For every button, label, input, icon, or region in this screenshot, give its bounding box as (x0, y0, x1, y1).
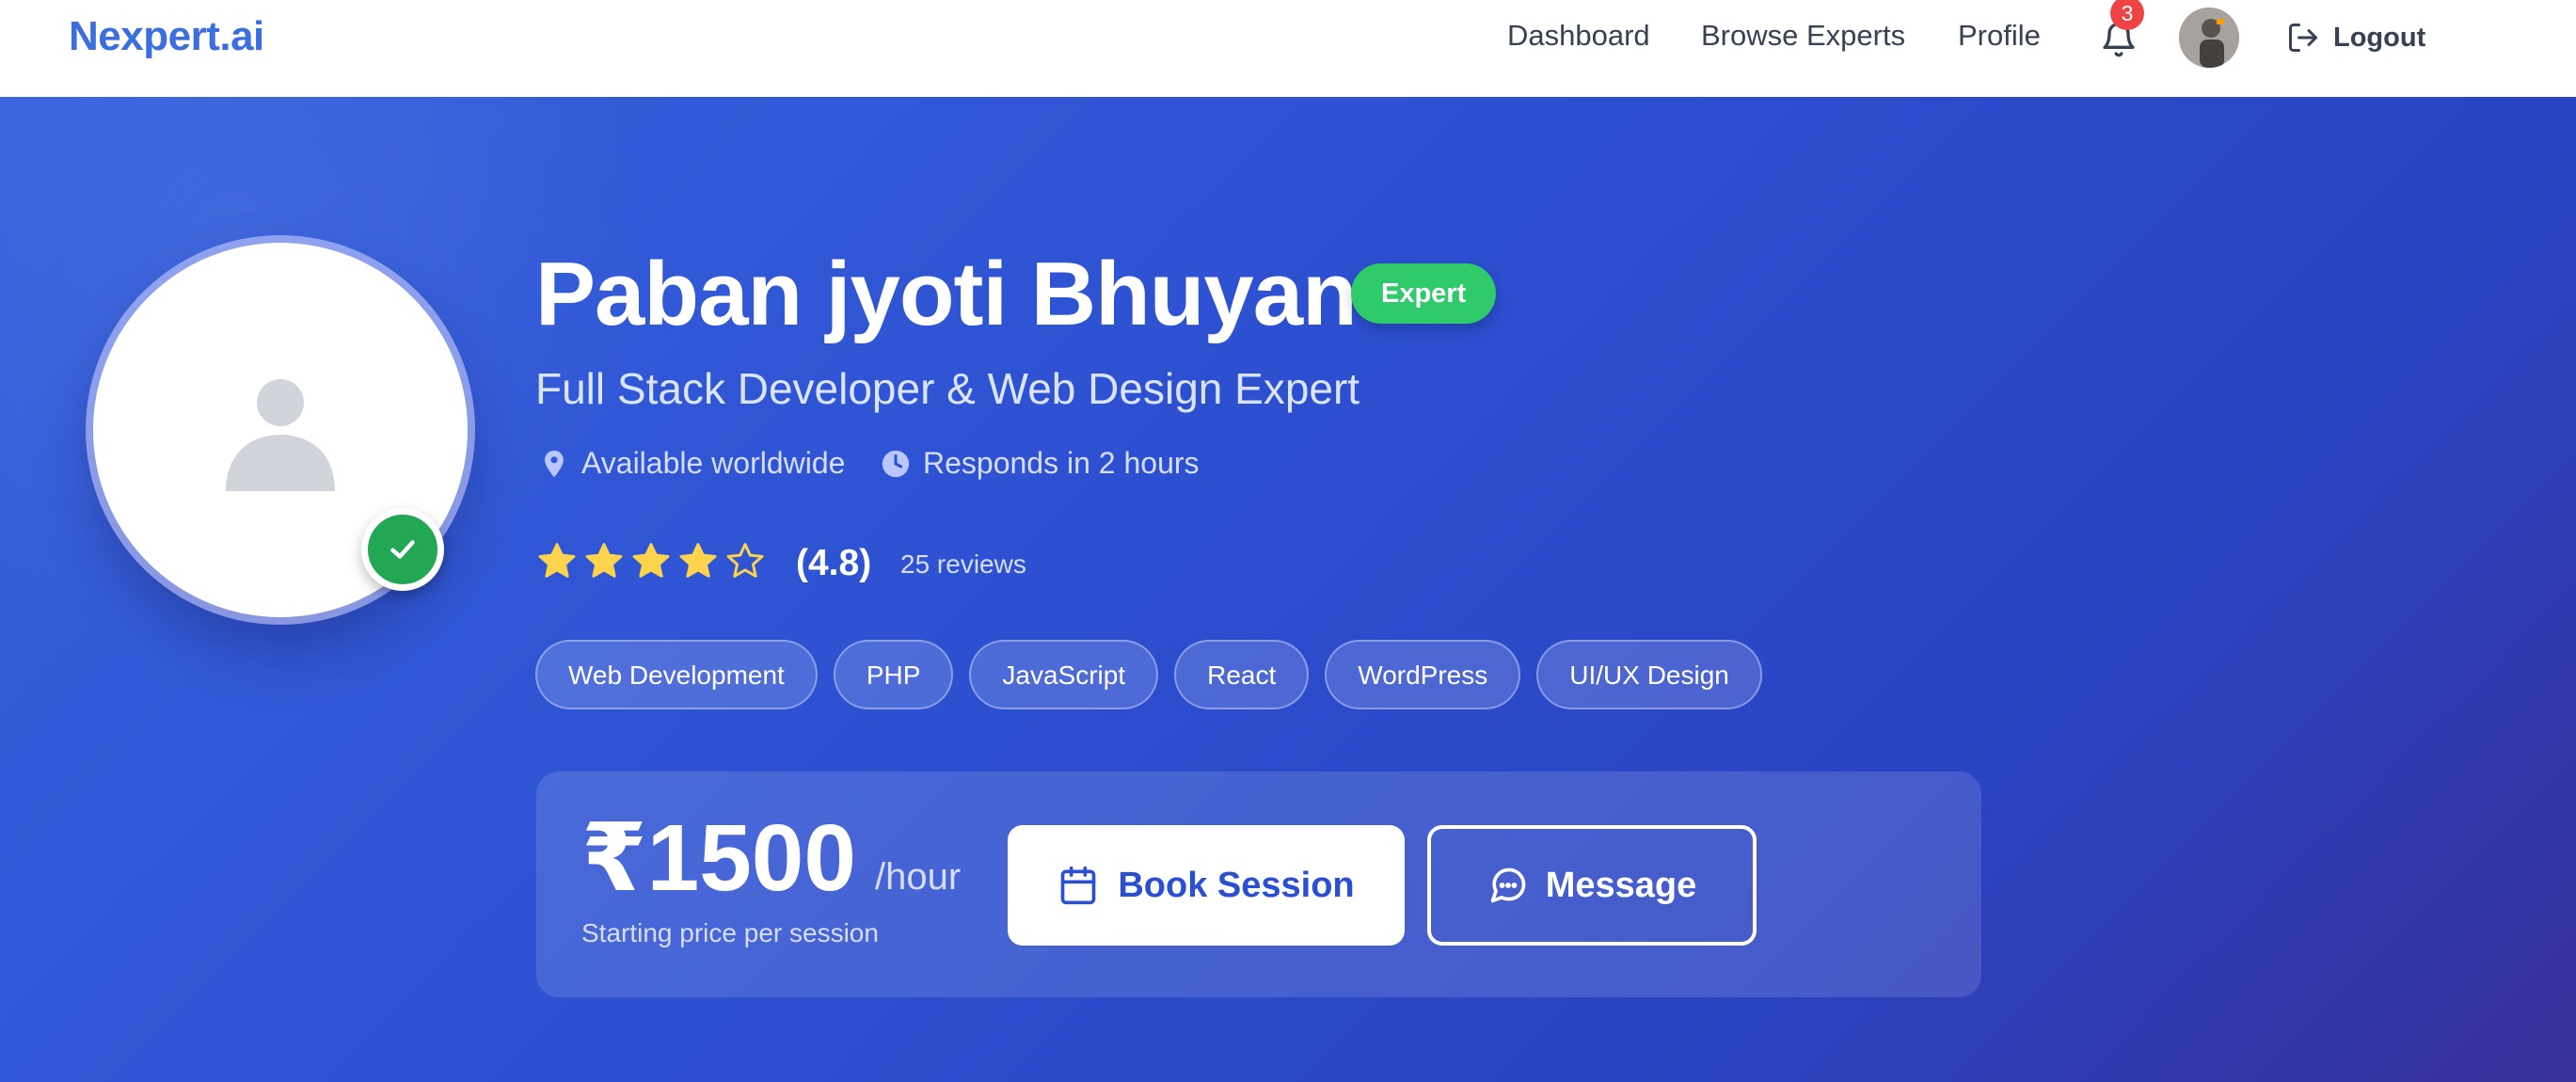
location-info: Available worldwide (538, 446, 845, 481)
star-filled-icon (585, 543, 623, 578)
star-empty-icon (726, 543, 764, 578)
star-filled-icon (538, 543, 576, 578)
expert-badge: Expert (1351, 263, 1497, 324)
notification-count-badge: 3 (2110, 0, 2144, 30)
top-navbar: Nexpert.ai Dashboard Browse Experts Prof… (0, 0, 2576, 97)
skill-tag[interactable]: Web Development (535, 640, 818, 709)
book-session-label: Book Session (1118, 865, 1355, 905)
logout-icon (2289, 24, 2317, 52)
skill-tag[interactable]: React (1174, 640, 1310, 709)
chat-bubble-icon (1490, 867, 1526, 903)
expert-name: Paban jyoti Bhuyan (535, 244, 1358, 344)
star-filled-icon (679, 543, 717, 578)
skill-tag[interactable]: WordPress (1325, 640, 1521, 709)
verified-check-icon (361, 508, 444, 591)
skill-tag[interactable]: JavaScript (969, 640, 1159, 709)
pricing-card: ₹1500 /hour Starting price per session B… (536, 772, 1981, 997)
profile-hero: Paban jyoti Bhuyan Expert Full Stack Dev… (0, 97, 2576, 1082)
star-filled-icon (632, 543, 670, 578)
skill-tags: Web Development PHP JavaScript React WordPre… (535, 640, 1762, 709)
message-label: Message (1545, 865, 1697, 905)
clock-icon (882, 450, 910, 477)
nav-link-dashboard[interactable]: Dashboard (1507, 19, 1650, 53)
star-rating (536, 540, 766, 581)
brand-logo[interactable]: Nexpert.ai (69, 13, 264, 60)
response-time-info: Responds in 2 hours (880, 446, 1200, 481)
message-button[interactable]: Message (1427, 825, 1757, 946)
hourly-price: ₹1500 (581, 805, 857, 911)
user-avatar[interactable] (2179, 8, 2239, 68)
rating-value: (4.8) (796, 543, 872, 583)
response-time-text: Responds in 2 hours (923, 446, 1200, 480)
nav-link-profile[interactable]: Profile (1958, 19, 2041, 53)
price-unit: /hour (875, 856, 962, 898)
logout-label: Logout (2333, 22, 2426, 53)
logout-button[interactable]: Logout (2286, 19, 2425, 56)
book-session-button[interactable]: Book Session (1008, 825, 1405, 946)
location-text: Available worldwide (581, 446, 846, 480)
calendar-icon (1061, 866, 1096, 905)
review-count[interactable]: 25 reviews (900, 549, 1026, 580)
user-placeholder-icon (226, 379, 335, 491)
price-subtitle: Starting price per session (581, 918, 879, 947)
map-pin-icon (545, 450, 564, 477)
skill-tag[interactable]: UI/UX Design (1536, 640, 1762, 709)
expert-title: Full Stack Developer & Web Design Expert (535, 364, 1360, 413)
skill-tag[interactable]: PHP (833, 640, 954, 709)
nav-link-browse-experts[interactable]: Browse Experts (1701, 19, 1905, 53)
